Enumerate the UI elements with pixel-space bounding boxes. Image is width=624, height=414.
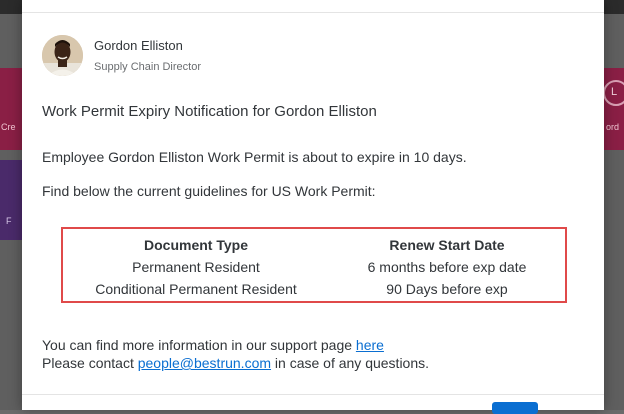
dialog-action-button[interactable]: [492, 402, 538, 414]
contact-info-suffix: in case of any questions.: [271, 355, 430, 371]
dialog-footer-divider: [22, 394, 604, 395]
sender-avatar: [42, 35, 83, 76]
background-avatar-circle: L: [603, 80, 624, 106]
column-header-renew-start-date: Renew Start Date: [389, 237, 505, 253]
table-cell: 90 Days before exp: [386, 281, 508, 297]
notification-subject: Work Permit Expiry Notification for Gord…: [42, 103, 377, 120]
support-info-line: You can find more information in our sup…: [42, 337, 384, 353]
table-header-row: Document Type Renew Start Date: [63, 237, 565, 257]
person-photo-icon: [42, 35, 83, 76]
table-row: Permanent Resident 6 months before exp d…: [63, 259, 565, 279]
contact-info-line: Please contact people@bestrun.com in cas…: [42, 355, 429, 371]
background-tile: Cre: [0, 68, 22, 150]
table-cell: 6 months before exp date: [367, 259, 527, 275]
sender-name: Gordon Elliston: [94, 37, 183, 53]
support-info-text: You can find more information in our sup…: [42, 337, 356, 353]
background-tile: F: [0, 160, 22, 240]
guidelines-table-highlight: Document Type Renew Start Date Permanent…: [61, 227, 567, 303]
contact-email-link[interactable]: people@bestrun.com: [138, 355, 271, 371]
notification-dialog: Gordon Elliston Supply Chain Director Wo…: [22, 0, 604, 414]
sender-job-title: Supply Chain Director: [94, 60, 201, 73]
column-header-document-type: Document Type: [144, 237, 248, 253]
dialog-header-divider: [22, 12, 604, 13]
background-tile-label: F: [6, 216, 12, 226]
sender-info: Gordon Elliston Supply Chain Director: [42, 35, 201, 76]
notification-body-line: Find below the current guidelines for US…: [42, 183, 376, 199]
background-tile-label: ord: [606, 122, 620, 132]
support-page-link[interactable]: here: [356, 337, 384, 353]
notification-body-line: Employee Gordon Elliston Work Permit is …: [42, 149, 467, 165]
table-cell: Conditional Permanent Resident: [95, 281, 297, 297]
contact-info-text: Please contact: [42, 355, 138, 371]
background-avatar-letter: L: [611, 86, 618, 98]
table-row: Conditional Permanent Resident 90 Days b…: [63, 281, 565, 301]
table-cell: Permanent Resident: [132, 259, 260, 275]
background-tile-label: Cre: [1, 122, 16, 132]
